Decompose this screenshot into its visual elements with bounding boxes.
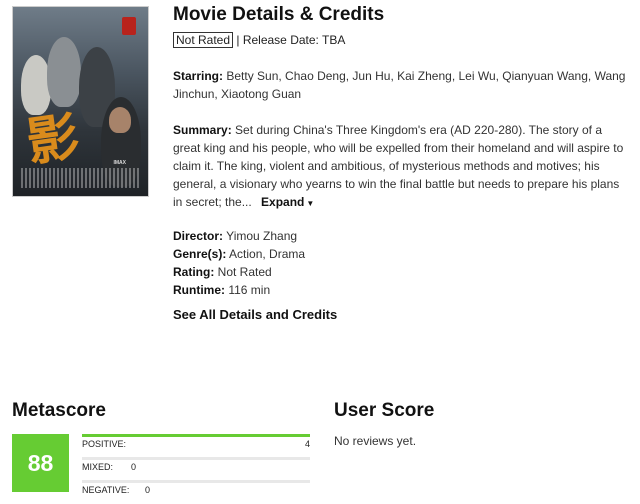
- distribution-count: 0: [145, 485, 151, 495]
- rating-line: Rating: Not Rated: [173, 263, 628, 281]
- director-line: Director: Yimou Zhang: [173, 227, 628, 245]
- distribution-count: 0: [131, 462, 137, 472]
- page-title: Movie Details & Credits: [173, 4, 385, 25]
- expand-label: Expand: [261, 195, 305, 209]
- summary-section: Summary: Set during China's Three Kingdo…: [173, 121, 628, 213]
- caret-down-icon: ▼: [306, 199, 315, 208]
- poster-imax-logo: IMAX: [113, 160, 127, 166]
- distribution-label: POSITIVE:: [82, 439, 127, 449]
- poster-seal: [122, 17, 136, 35]
- details-section: Director: Yimou Zhang Genre(s): Action, …: [173, 227, 628, 299]
- director-value: Yimou Zhang: [226, 229, 298, 243]
- starring-value: Betty Sun, Chao Deng, Jun Hu, Kai Zheng,…: [173, 69, 626, 101]
- distribution-label: MIXED:: [82, 462, 114, 472]
- movie-poster[interactable]: 影 IMAX: [12, 6, 149, 197]
- runtime-label: Runtime:: [173, 283, 225, 297]
- score-distribution-negative[interactable]: NEGATIVE: 0: [82, 480, 310, 497]
- starring-label: Starring:: [173, 69, 224, 83]
- starring-section: Starring: Betty Sun, Chao Deng, Jun Hu, …: [173, 67, 628, 103]
- runtime-value: 116 min: [228, 283, 271, 297]
- genre-value: Action, Drama: [229, 247, 306, 261]
- genre-line: Genre(s): Action, Drama: [173, 245, 628, 263]
- poster-figure: [109, 107, 131, 133]
- release-date: | Release Date: TBA: [236, 33, 346, 47]
- rating-value: Not Rated: [217, 265, 272, 279]
- runtime-line: Runtime: 116 min: [173, 281, 628, 299]
- distribution-count: 4: [304, 439, 310, 449]
- summary-label: Summary:: [173, 123, 232, 137]
- metascore-title: Metascore: [12, 400, 106, 421]
- expand-button[interactable]: Expand ▼: [261, 195, 314, 209]
- rating-label: Rating:: [173, 265, 215, 279]
- metascore-badge[interactable]: 88: [12, 434, 69, 492]
- genre-label: Genre(s):: [173, 247, 227, 261]
- no-reviews-text: No reviews yet.: [334, 434, 417, 448]
- distribution-label: NEGATIVE:: [82, 485, 130, 495]
- poster-credits-block: [21, 168, 140, 188]
- score-distribution-positive[interactable]: POSITIVE: 4: [82, 434, 310, 451]
- director-label: Director:: [173, 229, 224, 243]
- rating-badge: Not Rated: [173, 32, 234, 48]
- poster-figure: [47, 37, 81, 107]
- release-line: Not Rated | Release Date: TBA: [173, 32, 345, 48]
- see-all-details-link[interactable]: See All Details and Credits: [173, 307, 337, 322]
- score-distribution-mixed[interactable]: MIXED: 0: [82, 457, 310, 474]
- summary-text: Set during China's Three Kingdom's era (…: [173, 123, 624, 209]
- poster-title-glyph: 影: [22, 105, 83, 174]
- user-score-title: User Score: [334, 400, 435, 421]
